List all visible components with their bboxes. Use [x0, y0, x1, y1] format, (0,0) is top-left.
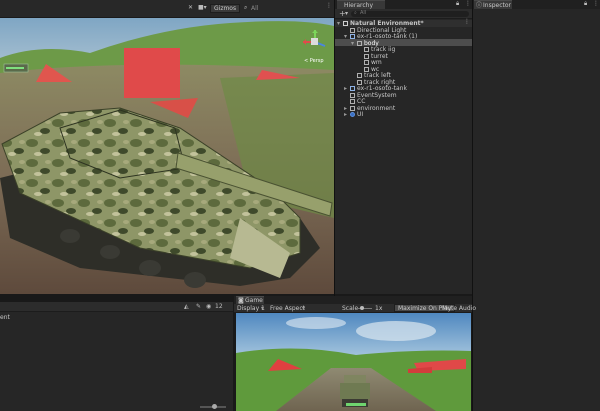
prefab-cube-icon: [350, 34, 355, 39]
gameobject-cube-icon: [364, 47, 369, 52]
scene-icon: [343, 21, 348, 26]
gameobject-cube-icon: [357, 73, 362, 78]
lock-icon[interactable]: 🔒︎: [584, 0, 587, 8]
hierarchy-item-label: UI: [357, 111, 364, 118]
tab-inspector[interactable]: ⓘ Inspector: [474, 0, 512, 9]
chevron-down-icon: ▾: [261, 305, 265, 312]
search-all-label: All: [251, 5, 259, 12]
game-render: [236, 313, 471, 411]
mute-audio-button[interactable]: Mute Audio: [442, 305, 476, 312]
persp-label[interactable]: < Persp: [304, 58, 324, 65]
gameobject-cube-icon: [364, 60, 369, 65]
scale-label: Scale: [342, 305, 359, 312]
aspect-dropdown[interactable]: Free Aspect: [270, 305, 305, 312]
scene-view[interactable]: < Persp: [0, 18, 334, 294]
scene-options-icon[interactable]: ⋮: [464, 18, 470, 26]
prefab-cube-icon: [350, 86, 355, 91]
tab-hierarchy[interactable]: Hierarchy: [337, 0, 385, 9]
search-all-label: All: [360, 10, 367, 16]
bottom-panel-body: ent: [0, 312, 233, 411]
game-toolbar: Display 1 ▾ Free Aspect ▾ Scale 1x Maxim…: [234, 304, 476, 313]
gameobject-cube-icon: [357, 40, 362, 46]
inspector-body: [473, 9, 600, 411]
hierarchy-tree: ▾ Natural Environment* Directional Light ▾ e…: [335, 18, 472, 294]
zoom-slider-handle[interactable]: [212, 404, 217, 409]
gameobject-cube-icon: [350, 99, 355, 104]
scene-render: [0, 18, 334, 294]
game-tab-label: Game: [245, 297, 263, 304]
search-icon[interactable]: ⌕: [244, 4, 247, 12]
pin-icon[interactable]: ✎: [196, 303, 201, 311]
game-tabbar: [234, 296, 472, 304]
hierarchy-tab-label: Hierarchy: [344, 2, 374, 9]
hierarchy-item[interactable]: ▸ UI: [344, 111, 363, 118]
filter-icon[interactable]: ◭: [184, 303, 189, 311]
gameobject-cube-icon: [357, 79, 362, 85]
bottom-panel-toolbar: ◭ ✎ ◉ 12: [0, 302, 233, 312]
scale-slider-handle[interactable]: [360, 306, 364, 310]
gameobject-cube-icon: [364, 66, 369, 72]
scene-tool-icon[interactable]: ✕: [188, 4, 193, 12]
add-dropdown-icon[interactable]: ▾: [345, 10, 348, 18]
more-options-icon[interactable]: ⋮: [465, 0, 471, 8]
gamepad-icon: ◙: [238, 297, 244, 304]
gameobject-cube-icon: [350, 105, 355, 111]
camera-icon[interactable]: ■▾: [198, 4, 207, 12]
inspector-tab-label: Inspector: [483, 2, 511, 9]
search-input[interactable]: ⌕ All: [351, 10, 469, 17]
scale-value: 1x: [375, 305, 383, 312]
search-icon: ⌕: [354, 10, 357, 16]
chevron-down-icon: ▾: [302, 305, 306, 312]
hierarchy-toolbar: + ▾ ⌕ All: [335, 9, 472, 19]
gameobject-cube-icon: [350, 27, 355, 33]
gizmos-button[interactable]: Gizmos: [210, 4, 241, 13]
eye-icon[interactable]: ◉: [206, 303, 211, 311]
hidden-count: 12: [215, 303, 223, 310]
gameobject-cube-icon: [350, 92, 355, 98]
scene-toolbar: ✕ ■▾ Gizmos ⌕ All ⋮: [0, 0, 334, 18]
lock-icon[interactable]: 🔒︎: [456, 0, 459, 8]
bottom-panel-label: ent: [0, 314, 10, 321]
ui-icon: [350, 112, 355, 117]
more-options-icon[interactable]: ⋮: [593, 0, 599, 8]
game-view[interactable]: [236, 313, 471, 411]
tab-game[interactable]: ◙ Game: [236, 296, 264, 304]
info-icon: ⓘ: [476, 2, 483, 9]
gameobject-cube-icon: [364, 53, 369, 59]
more-options-icon[interactable]: ⋮: [326, 2, 332, 10]
